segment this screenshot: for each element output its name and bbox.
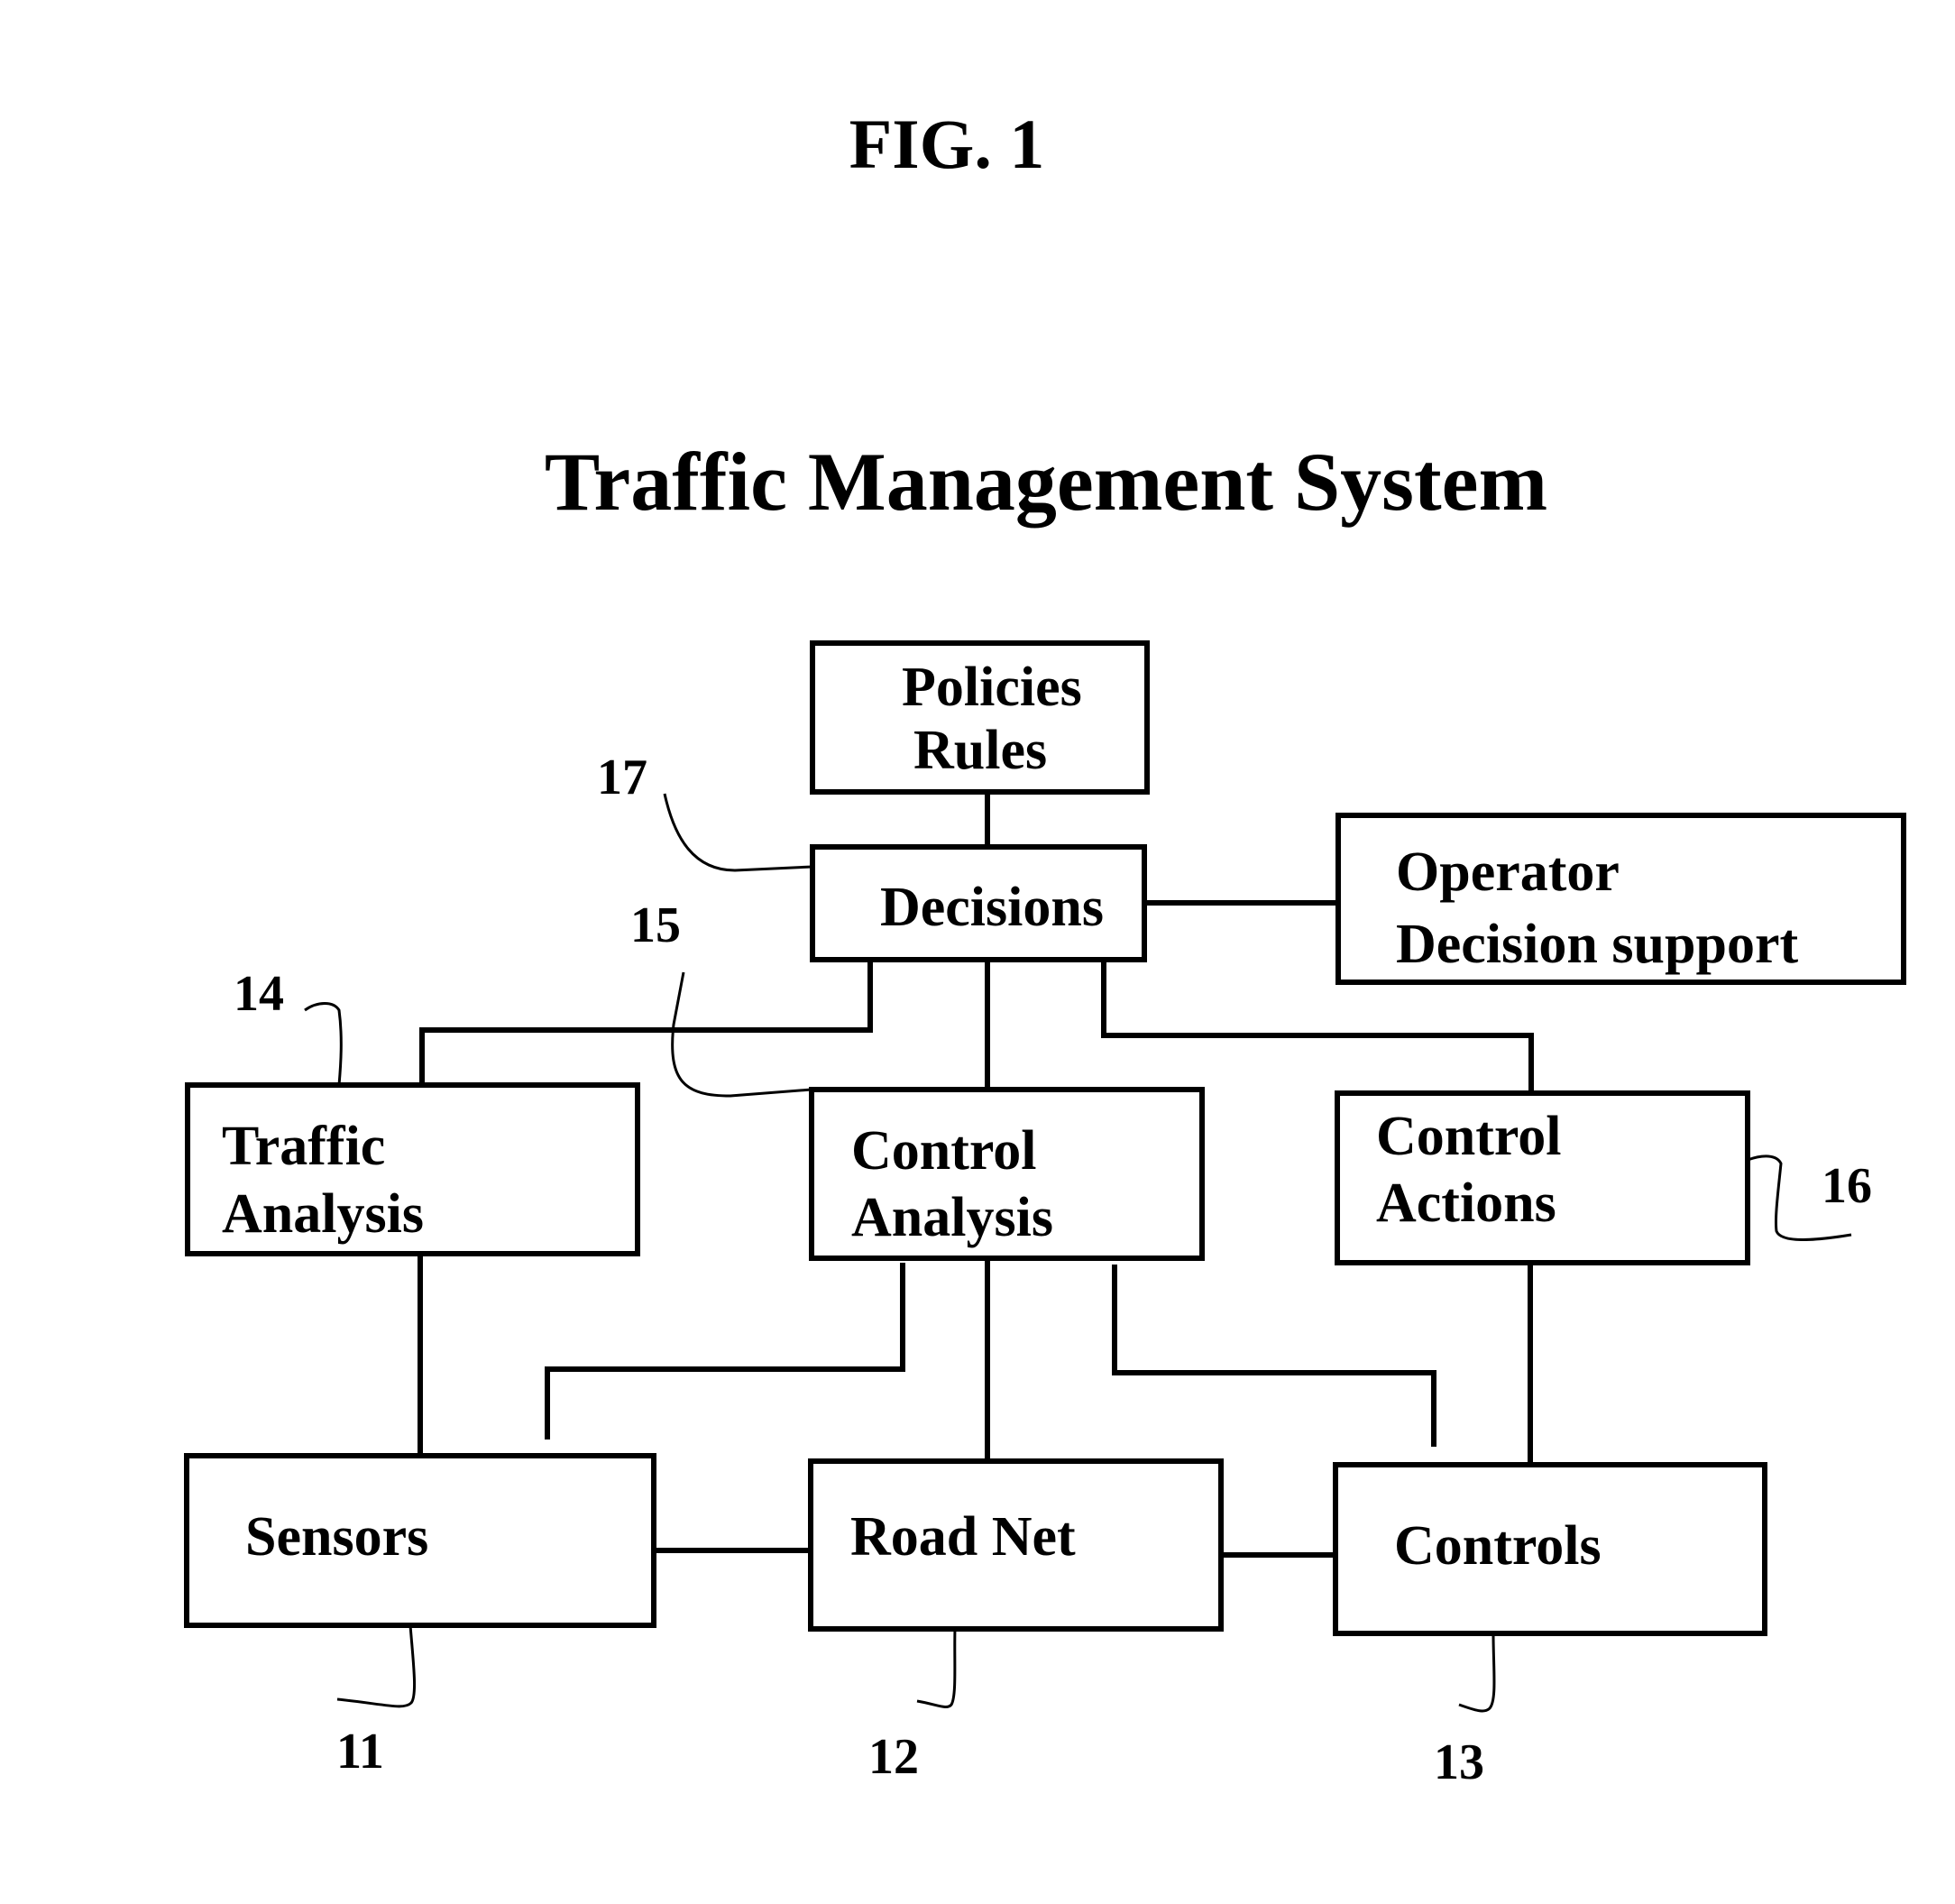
operator-label: Operator	[1396, 842, 1620, 903]
leader-15	[671, 971, 812, 1098]
decision-support-label: Decision support	[1396, 914, 1798, 975]
traffic-analysis-label: Analysis	[222, 1183, 424, 1245]
box-traffic-analysis: Traffic Analysis	[185, 1082, 640, 1256]
figure-label: FIG. 1	[849, 105, 1045, 183]
leader-14	[304, 1002, 343, 1086]
box-control-analysis: Control Analysis	[809, 1087, 1205, 1261]
diagram-title: Traffic Management System	[545, 436, 1547, 528]
connector-control-analysis-sensors	[545, 1263, 905, 1439]
control-label: Control	[851, 1120, 1037, 1182]
decisions-label: Decisions	[880, 877, 1104, 938]
connector-control-analysis-controls	[1112, 1265, 1436, 1447]
sensors-label: Sensors	[245, 1506, 428, 1568]
control-analysis-label: Analysis	[851, 1187, 1053, 1248]
road-net-label: Road Net	[850, 1506, 1076, 1568]
box-policies-rules: Policies Rules	[810, 640, 1150, 795]
control-actions-control-label: Control	[1376, 1106, 1562, 1167]
leader-17	[663, 793, 813, 872]
ref-15: 15	[630, 897, 681, 953]
leader-12	[916, 1628, 957, 1708]
actions-label: Actions	[1376, 1173, 1556, 1234]
box-decisions: Decisions	[810, 844, 1147, 962]
ref-16: 16	[1822, 1158, 1872, 1214]
leader-13	[1458, 1633, 1496, 1713]
box-operator-decision-support: Operator Decision support	[1335, 813, 1906, 985]
traffic-label: Traffic	[222, 1116, 385, 1177]
rules-label: Rules	[913, 720, 1047, 781]
traffic-management-diagram: FIG. 1 Traffic Management System Policie…	[184, 105, 1906, 1790]
controls-label: Controls	[1394, 1515, 1602, 1577]
ref-17: 17	[597, 750, 647, 805]
ref-12: 12	[868, 1729, 919, 1785]
connector-decisions-traffic-analysis	[419, 960, 873, 1085]
ref-13: 13	[1434, 1734, 1484, 1790]
leader-11	[336, 1624, 417, 1708]
box-road-net: Road Net	[808, 1458, 1224, 1632]
ref-14: 14	[234, 966, 284, 1022]
policies-label: Policies	[902, 657, 1082, 718]
box-controls: Controls	[1333, 1462, 1767, 1636]
box-control-actions: Control Actions	[1335, 1090, 1750, 1265]
box-sensors: Sensors	[184, 1453, 656, 1628]
ref-11: 11	[336, 1724, 384, 1780]
